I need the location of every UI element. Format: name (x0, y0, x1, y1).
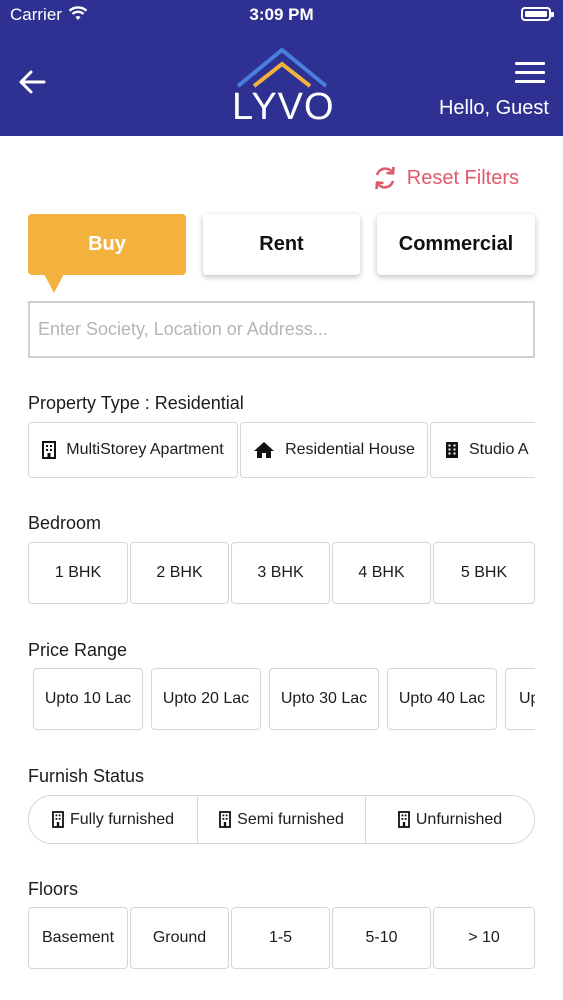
greeting-text: Hello, Guest (438, 97, 549, 119)
tab-commercial[interactable]: Commercial (377, 214, 535, 275)
bedroom-option-5bhk[interactable]: 5 BHK (433, 542, 535, 604)
floors-title: Floors (28, 879, 79, 899)
location-search-input[interactable] (28, 301, 535, 358)
hamburger-menu-button[interactable] (515, 62, 545, 86)
price-range-row: Upto 10 Lac Upto 20 Lac Upto 30 Lac Upto… (33, 668, 535, 730)
furnish-option-semi[interactable]: Semi furnished (198, 796, 366, 843)
option-label: Up (519, 690, 535, 707)
bedroom-option-1bhk[interactable]: 1 BHK (28, 542, 128, 604)
option-label: Upto 40 Lac (398, 690, 486, 707)
building-icon (52, 811, 64, 828)
furnish-status-row: Fully furnished Semi furnished Unfurnish… (28, 795, 535, 844)
option-label: Upto 10 Lac (44, 690, 132, 707)
bedroom-option-4bhk[interactable]: 4 BHK (332, 542, 431, 604)
option-label: 1-5 (268, 929, 293, 946)
furnish-option-fully[interactable]: Fully furnished (29, 796, 198, 843)
house-icon (253, 441, 275, 459)
option-label: Unfurnished (415, 810, 503, 828)
building-icon (219, 811, 232, 828)
reset-filters-button[interactable]: Reset Filters (373, 165, 519, 191)
bedroom-option-3bhk[interactable]: 3 BHK (231, 542, 330, 604)
option-label: Studio A (469, 441, 529, 458)
price-range-title: Price Range (28, 640, 128, 660)
option-label: Ground (152, 929, 207, 946)
option-studio-apartment[interactable]: Studio A (430, 422, 535, 478)
price-option-30-lac[interactable]: Upto 30 Lac (269, 668, 379, 730)
logo-text: LYVO (232, 86, 335, 128)
property-type-row: MultiStorey Apartment Residential House … (28, 422, 535, 478)
option-label: 4 BHK (358, 564, 405, 581)
refresh-icon (374, 166, 395, 190)
floor-option-5-10[interactable]: 5-10 (332, 907, 431, 969)
furnish-option-unfurnished[interactable]: Unfurnished (366, 796, 534, 843)
back-arrow-icon (19, 70, 46, 94)
option-label: 1 BHK (54, 564, 102, 581)
option-label: Semi furnished (237, 810, 344, 828)
floor-option-basement[interactable]: Basement (28, 907, 128, 969)
floor-option-1-5[interactable]: 1-5 (231, 907, 330, 969)
price-option-more[interactable]: Up (505, 668, 535, 730)
bedroom-row: 1 BHK 2 BHK 3 BHK 4 BHK 5 BHK (28, 542, 535, 604)
floors-row: Basement Ground 1-5 5-10 > 10 (28, 907, 535, 969)
option-label: Fully furnished (69, 810, 175, 828)
option-label: Residential House (285, 441, 415, 458)
battery-icon (521, 7, 554, 21)
option-label: 3 BHK (257, 564, 304, 581)
price-option-40-lac[interactable]: Upto 40 Lac (387, 668, 497, 730)
floor-option-above-10[interactable]: > 10 (433, 907, 535, 969)
back-button[interactable] (16, 64, 52, 100)
tab-buy[interactable]: Buy (28, 214, 186, 293)
option-multistorey-apartment[interactable]: MultiStorey Apartment (28, 422, 238, 478)
tab-label: Buy (88, 233, 126, 255)
option-label: Upto 30 Lac (280, 690, 368, 707)
reset-filters-label: Reset Filters (406, 166, 519, 189)
status-time: 3:09 PM (249, 5, 314, 24)
tab-label: Rent (259, 233, 304, 255)
option-label: > 10 (468, 929, 500, 946)
bedroom-title: Bedroom (28, 513, 102, 533)
property-type-title: Property Type : Residential (28, 393, 244, 413)
price-option-10-lac[interactable]: Upto 10 Lac (33, 668, 143, 730)
app-header: Carrier 3:09 PM LYVO Hello, Guest (0, 0, 563, 136)
furnish-status-title: Furnish Status (28, 766, 145, 786)
lyvo-logo: LYVO (232, 46, 335, 128)
studio-building-icon (445, 441, 459, 459)
tab-rent[interactable]: Rent (203, 214, 360, 275)
apartment-building-icon (42, 441, 57, 459)
floor-option-ground[interactable]: Ground (130, 907, 229, 969)
option-label: 5 BHK (460, 564, 508, 581)
building-icon (397, 811, 410, 828)
price-option-20-lac[interactable]: Upto 20 Lac (151, 668, 261, 730)
option-label: Upto 20 Lac (162, 690, 250, 707)
option-label: 5-10 (365, 929, 398, 946)
option-label: 2 BHK (156, 564, 203, 581)
bedroom-option-2bhk[interactable]: 2 BHK (130, 542, 229, 604)
option-label: Basement (41, 929, 115, 946)
status-bar: Carrier 3:09 PM (0, 0, 563, 30)
option-residential-house[interactable]: Residential House (240, 422, 428, 478)
tab-label: Commercial (398, 233, 514, 255)
option-label: MultiStorey Apartment (66, 441, 224, 458)
